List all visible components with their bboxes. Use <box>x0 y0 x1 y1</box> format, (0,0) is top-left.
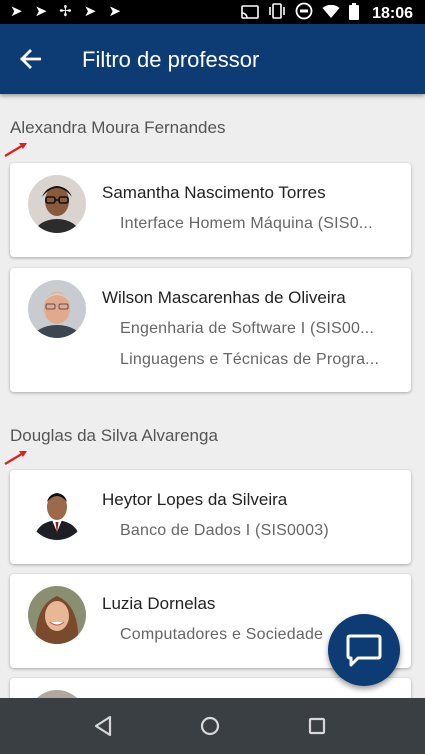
navigation-bar <box>0 698 425 754</box>
do-not-disturb-icon <box>295 2 313 25</box>
notification-icons: ➤ ➤ ✢ ➤ ➤ <box>10 3 121 21</box>
vibrate-icon <box>268 3 286 24</box>
subject-text: Engenharia de Software I (SIS00... <box>120 320 375 337</box>
clock: 18:06 <box>372 4 413 22</box>
professor-card[interactable]: Heytor Lopes da Silveira Banco de Dados … <box>10 470 411 564</box>
nav-home-button[interactable] <box>196 712 224 740</box>
professor-name: Samantha Nascimento Torres <box>102 183 326 202</box>
home-circle-icon <box>200 716 220 736</box>
annotation-arrow-icon <box>4 451 27 465</box>
send-icon: ➤ <box>108 3 121 20</box>
wifi-icon <box>322 4 340 24</box>
avatar <box>28 690 86 698</box>
system-icons: 18:06 <box>241 2 413 25</box>
battery-icon <box>349 2 360 25</box>
send-icon: ➤ <box>83 3 97 20</box>
subject-text: Linguagens e Técnicas de Progra... <box>120 351 380 368</box>
nav-recents-button[interactable] <box>303 712 331 740</box>
chat-icon <box>346 634 382 667</box>
group-header: Alexandra Moura Fernandes <box>10 118 226 137</box>
professor-list[interactable]: Alexandra Moura Fernandes Samantha Nasci… <box>0 94 425 698</box>
app-bar: Filtro de professor <box>0 24 425 94</box>
annotation-arrow-icon <box>4 143 27 157</box>
arrow-left-icon <box>20 49 41 69</box>
cast-icon <box>241 4 259 24</box>
professor-name: Luzia Dornelas <box>102 594 216 613</box>
back-triangle-icon <box>94 715 112 737</box>
professor-name: Wilson Mascarenhas de Oliveira <box>102 288 346 307</box>
avatar <box>28 175 86 233</box>
group-header: Douglas da Silva Alvarenga <box>10 426 218 445</box>
page-title: Filtro de professor <box>82 47 260 72</box>
subject-text: Interface Homem Máquina (SIS0... <box>120 215 373 232</box>
back-button[interactable] <box>12 41 48 77</box>
professor-card[interactable]: Wilson Mascarenhas de Oliveira Engenhari… <box>10 268 411 392</box>
avatar <box>28 586 86 644</box>
chat-button[interactable] <box>328 614 400 686</box>
avatar <box>28 482 86 540</box>
status-bar: ➤ ➤ ✢ ➤ ➤ 18:06 <box>0 0 425 24</box>
avatar <box>28 280 86 338</box>
send-icon: ➤ <box>10 3 23 20</box>
recents-square-icon <box>308 717 326 735</box>
subject-text: Banco de Dados I (SIS0003) <box>120 522 329 539</box>
professor-name: Heytor Lopes da Silveira <box>102 490 288 509</box>
send-icon: ➤ <box>34 3 48 20</box>
professor-card[interactable]: Samantha Nascimento Torres Interface Hom… <box>10 163 411 257</box>
pinwheel-icon: ✢ <box>59 3 72 20</box>
nav-back-button[interactable] <box>89 712 117 740</box>
